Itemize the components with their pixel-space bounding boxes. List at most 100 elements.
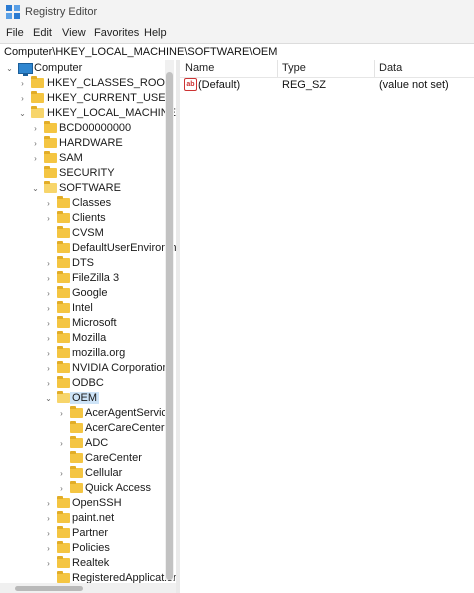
- value-type: REG_SZ: [282, 79, 327, 91]
- chevron-right-icon[interactable]: ›: [44, 271, 53, 286]
- tree-item-partner[interactable]: › Partner: [0, 526, 168, 541]
- tree-label: Classes: [72, 197, 112, 209]
- chevron-right-icon[interactable]: ›: [44, 496, 53, 511]
- tree-item-sam[interactable]: › SAM: [0, 151, 168, 166]
- chevron-down-icon[interactable]: ⌄: [18, 106, 27, 121]
- tree-item-acercarecenter[interactable]: AcerCareCenter: [0, 421, 168, 436]
- column-divider[interactable]: [374, 60, 375, 77]
- menu-help[interactable]: Help: [144, 27, 167, 39]
- key-tree[interactable]: ⌄ Computer › HKEY_CLASSES_ROOT › HKEY_CU…: [0, 60, 176, 593]
- tree-item-google[interactable]: › Google: [0, 286, 168, 301]
- chevron-right-icon[interactable]: ›: [44, 556, 53, 571]
- chevron-right-icon[interactable]: ›: [44, 316, 53, 331]
- tree-item-computer[interactable]: ⌄ Computer: [0, 61, 168, 76]
- column-type[interactable]: Type: [282, 62, 306, 74]
- tree-label: Partner: [72, 527, 109, 539]
- folder-icon: [57, 376, 70, 388]
- folder-icon: [57, 271, 70, 283]
- column-divider[interactable]: [277, 60, 278, 77]
- tree-item-oem[interactable]: ⌄ OEM: [0, 391, 168, 406]
- tree-horizontal-scroll-thumb[interactable]: [15, 586, 83, 591]
- pane-splitter[interactable]: [176, 60, 180, 593]
- folder-icon: [44, 151, 57, 163]
- title-bar: Registry Editor: [0, 0, 474, 24]
- tree-item-hklm[interactable]: ⌄ HKEY_LOCAL_MACHINE: [0, 106, 176, 121]
- menu-favorites[interactable]: Favorites: [94, 27, 139, 39]
- tree-label: AcerAgentService: [85, 407, 174, 419]
- chevron-right-icon[interactable]: ›: [31, 121, 40, 136]
- tree-item-openssh[interactable]: › OpenSSH: [0, 496, 168, 511]
- tree-item-mozilla-org[interactable]: › mozilla.org: [0, 346, 168, 361]
- chevron-right-icon[interactable]: ›: [44, 301, 53, 316]
- tree-item-aceragentservice[interactable]: › AcerAgentService: [0, 406, 173, 421]
- tree-label: CareCenter: [85, 452, 142, 464]
- tree-label: HARDWARE: [59, 137, 123, 149]
- tree-item-adc[interactable]: › ADC: [0, 436, 168, 451]
- value-name: (Default): [198, 79, 241, 91]
- chevron-right-icon[interactable]: ›: [31, 151, 40, 166]
- chevron-right-icon[interactable]: ›: [44, 376, 53, 391]
- folder-icon: [70, 466, 83, 478]
- tree-item-carecenter[interactable]: CareCenter: [0, 451, 168, 466]
- tree-item-policies[interactable]: › Policies: [0, 541, 168, 556]
- chevron-right-icon[interactable]: ›: [18, 91, 27, 106]
- chevron-down-icon[interactable]: ⌄: [31, 181, 40, 196]
- chevron-right-icon[interactable]: ›: [44, 361, 53, 376]
- tree-item-cellular[interactable]: › Cellular: [0, 466, 168, 481]
- value-row-default[interactable]: ab (Default) REG_SZ (value not set): [180, 77, 474, 93]
- chevron-right-icon[interactable]: ›: [44, 331, 53, 346]
- tree-item-paintnet[interactable]: › paint.net: [0, 511, 168, 526]
- column-data[interactable]: Data: [379, 62, 402, 74]
- chevron-right-icon[interactable]: ›: [44, 286, 53, 301]
- tree-label: mozilla.org: [72, 347, 126, 359]
- tree-item-defaultuserenv[interactable]: DefaultUserEnvironm: [0, 241, 176, 256]
- tree-item-microsoft[interactable]: › Microsoft: [0, 316, 168, 331]
- chevron-right-icon[interactable]: ›: [18, 76, 27, 91]
- tree-item-classes[interactable]: › Classes: [0, 196, 168, 211]
- menu-edit[interactable]: Edit: [33, 27, 52, 39]
- tree-item-quickaccess[interactable]: › Quick Access: [0, 481, 168, 496]
- chevron-right-icon[interactable]: ›: [44, 196, 53, 211]
- tree-item-clients[interactable]: › Clients: [0, 211, 168, 226]
- address-path[interactable]: Computer\HKEY_LOCAL_MACHINE\SOFTWARE\OEM: [4, 46, 277, 58]
- tree-item-software[interactable]: ⌄ SOFTWARE: [0, 181, 168, 196]
- tree-vertical-scroll-thumb[interactable]: [166, 72, 173, 580]
- tree-item-cvsm[interactable]: CVSM: [0, 226, 168, 241]
- tree-item-odbc[interactable]: › ODBC: [0, 376, 168, 391]
- tree-item-hkcu[interactable]: › HKEY_CURRENT_USER: [0, 91, 174, 106]
- chevron-right-icon[interactable]: ›: [57, 481, 66, 496]
- tree-item-security[interactable]: SECURITY: [0, 166, 168, 181]
- tree-label: Policies: [72, 542, 110, 554]
- chevron-right-icon[interactable]: ›: [44, 511, 53, 526]
- column-name[interactable]: Name: [185, 62, 214, 74]
- tree-label: Google: [72, 287, 108, 299]
- tree-item-hardware[interactable]: › HARDWARE: [0, 136, 168, 151]
- value-data: (value not set): [379, 79, 449, 91]
- chevron-right-icon[interactable]: ›: [57, 406, 66, 421]
- chevron-right-icon[interactable]: ›: [44, 526, 53, 541]
- tree-item-filezilla[interactable]: › FileZilla 3: [0, 271, 168, 286]
- tree-item-nvidia[interactable]: › NVIDIA Corporation: [0, 361, 169, 376]
- folder-icon: [57, 346, 70, 358]
- chevron-right-icon[interactable]: ›: [44, 256, 53, 271]
- chevron-down-icon[interactable]: ⌄: [44, 391, 53, 406]
- tree-label-selected: OEM: [70, 392, 100, 404]
- chevron-right-icon[interactable]: ›: [44, 211, 53, 226]
- tree-item-dts[interactable]: › DTS: [0, 256, 168, 271]
- tree-item-intel[interactable]: › Intel: [0, 301, 168, 316]
- chevron-right-icon[interactable]: ›: [44, 541, 53, 556]
- menu-view[interactable]: View: [62, 27, 86, 39]
- chevron-right-icon[interactable]: ›: [31, 136, 40, 151]
- chevron-right-icon[interactable]: ›: [57, 436, 66, 451]
- chevron-down-icon[interactable]: ⌄: [5, 61, 14, 76]
- tree-item-realtek[interactable]: › Realtek: [0, 556, 168, 571]
- folder-icon: [44, 166, 57, 178]
- tree-item-mozilla[interactable]: › Mozilla: [0, 331, 168, 346]
- chevron-right-icon[interactable]: ›: [57, 466, 66, 481]
- tree-item-bcd[interactable]: › BCD00000000: [0, 121, 168, 136]
- menu-file[interactable]: File: [6, 27, 24, 39]
- chevron-right-icon[interactable]: ›: [44, 346, 53, 361]
- tree-item-hkcr[interactable]: › HKEY_CLASSES_ROOT: [0, 76, 172, 91]
- values-header: Name Type Data: [180, 60, 474, 78]
- folder-icon: [57, 241, 70, 253]
